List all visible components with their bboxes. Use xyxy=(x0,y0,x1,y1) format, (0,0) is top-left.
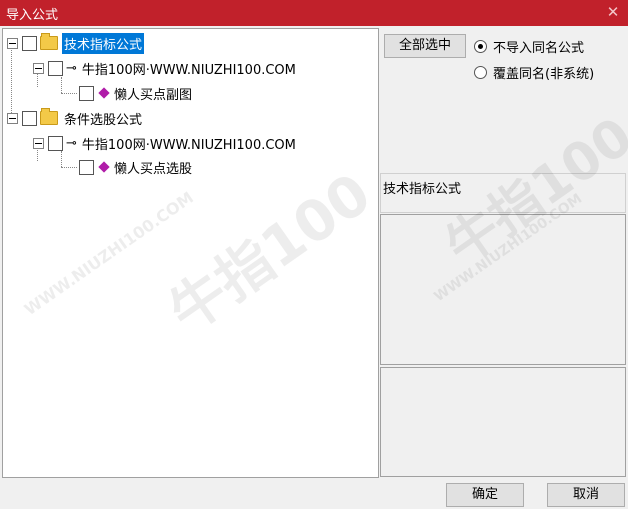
tree-item-stock-selection[interactable]: 条件选股公式 xyxy=(7,107,144,129)
checkbox[interactable] xyxy=(22,35,37,51)
title-bar[interactable]: 导入公式 ✕ xyxy=(0,0,628,26)
radio-overwrite-duplicates[interactable]: 覆盖同名(非系统) xyxy=(474,63,594,82)
checkbox[interactable] xyxy=(22,110,37,126)
key-icon: ⊸ xyxy=(66,60,77,76)
tree-item-label: 技术指标公式 xyxy=(62,32,145,54)
category-label: 技术指标公式 xyxy=(383,182,462,197)
tree-item-label: 牛指100网·WWW.NIUZHI100.COM xyxy=(81,137,296,153)
checkbox[interactable] xyxy=(79,85,94,101)
tree-item-label: 牛指100网·WWW.NIUZHI100.COM xyxy=(81,62,296,78)
checkbox[interactable] xyxy=(48,135,63,151)
formula-tree[interactable]: 牛指100 WWW.NIUZHI100.COM 技术指标公式 ⊸ 牛指100网·… xyxy=(2,28,379,478)
import-formula-dialog: 导入公式 ✕ 牛指100 WWW.NIUZHI100.COM 技术指标公式 ⊸ … xyxy=(0,0,628,509)
tree-line xyxy=(61,167,77,168)
collapse-icon[interactable] xyxy=(33,62,44,74)
folder-icon xyxy=(40,108,58,125)
tree-item-group[interactable]: ⊸ 牛指100网·WWW.NIUZHI100.COM xyxy=(33,132,298,154)
collapse-icon[interactable] xyxy=(33,137,44,149)
watermark-main: 牛指100 xyxy=(157,161,379,346)
tree-item-group[interactable]: ⊸ 牛指100网·WWW.NIUZHI100.COM xyxy=(33,57,298,79)
radio-button[interactable] xyxy=(474,66,487,79)
folder-icon xyxy=(40,33,58,50)
tree-item-label: 懒人买点副图 xyxy=(114,87,193,103)
tree-line xyxy=(61,77,62,93)
tree-item-formula[interactable]: 懒人买点副图 xyxy=(79,82,194,104)
formula-icon xyxy=(98,161,110,173)
radio-label: 覆盖同名(非系统) xyxy=(493,67,595,82)
radio-label: 不导入同名公式 xyxy=(493,41,585,56)
tree-item-tech-indicators[interactable]: 技术指标公式 xyxy=(7,32,145,54)
collapse-icon[interactable] xyxy=(7,37,18,49)
close-icon[interactable]: ✕ xyxy=(604,3,622,21)
collapse-icon[interactable] xyxy=(7,112,18,124)
radio-no-import-duplicates[interactable]: 不导入同名公式 xyxy=(474,37,584,56)
checkbox[interactable] xyxy=(48,60,63,76)
tree-item-formula[interactable]: 懒人买点选股 xyxy=(79,156,194,178)
formula-detail-box[interactable] xyxy=(380,367,626,477)
category-field: 技术指标公式 xyxy=(380,173,626,213)
key-icon: ⊸ xyxy=(66,135,77,151)
tree-item-label: 条件选股公式 xyxy=(64,112,143,128)
radio-button[interactable] xyxy=(474,40,487,53)
checkbox[interactable] xyxy=(79,159,94,175)
tree-item-label: 懒人买点选股 xyxy=(114,161,193,177)
ok-button[interactable]: 确定 xyxy=(446,483,524,507)
watermark-url: WWW.NIUZHI100.COM xyxy=(20,187,197,320)
tree-line xyxy=(61,93,77,94)
formula-icon xyxy=(98,87,110,99)
select-all-button[interactable]: 全部选中 xyxy=(384,34,466,58)
button-bar: 确定 取消 xyxy=(0,478,628,509)
cancel-button[interactable]: 取消 xyxy=(547,483,625,507)
formula-description-box[interactable] xyxy=(380,214,626,365)
window-title: 导入公式 xyxy=(6,8,59,23)
